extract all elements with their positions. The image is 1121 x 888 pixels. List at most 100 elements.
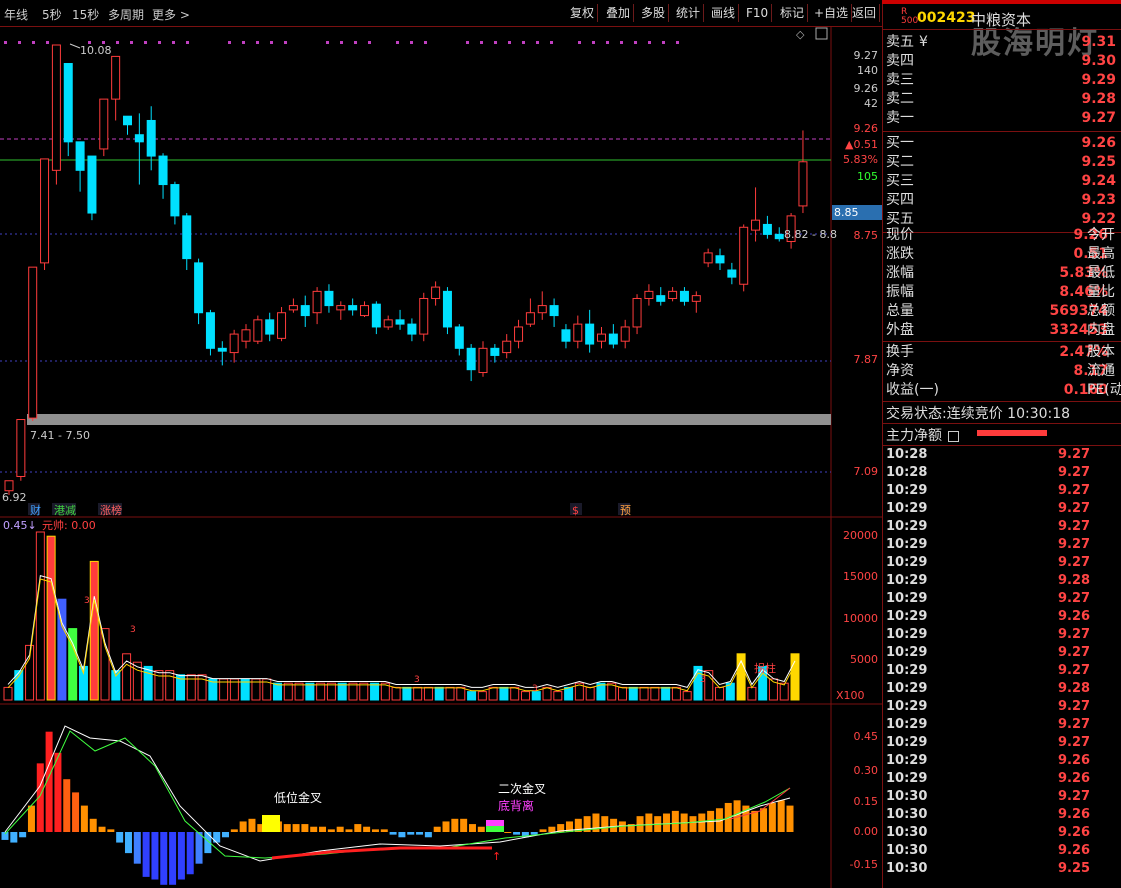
ask-level[interactable]: 卖二 9.28 (883, 90, 1121, 109)
macd-bar (371, 829, 379, 832)
volume-bar (553, 691, 563, 701)
range-annotation: 7.41 - 7.50 (30, 429, 90, 442)
volume-bar (467, 691, 477, 701)
add-watchlist-button[interactable]: +自选 (811, 4, 853, 22)
candle (123, 115, 132, 126)
macd-bar (124, 832, 132, 854)
stock-code: 002423 (917, 10, 976, 26)
stats-button[interactable]: 统计 (673, 4, 705, 22)
candle (514, 326, 524, 342)
back-button[interactable]: 返回 (849, 4, 881, 22)
volume-axis-label: 20000 (843, 529, 878, 542)
candle (300, 305, 310, 317)
candle (40, 158, 50, 264)
macd-bar (601, 816, 609, 832)
tick-row: 10:30 9.25 (886, 861, 1091, 876)
volume-bar (456, 686, 466, 701)
candle (63, 63, 73, 143)
candle (798, 161, 808, 207)
volume-bar (639, 686, 649, 701)
price-axis-label: 9.26 (854, 82, 879, 95)
candle (205, 312, 215, 349)
macd-bar (63, 779, 71, 832)
volume-bar (35, 531, 45, 701)
macd-bar (407, 832, 415, 835)
ask-level[interactable]: 卖四 9.30 (883, 52, 1121, 71)
adjust-button[interactable]: 复权 (567, 4, 599, 22)
indicator-label: 0.45↓ (3, 519, 37, 532)
candle (360, 305, 369, 317)
diamond-icon: ◇ (796, 28, 805, 41)
volume-tag: 拐柱 (754, 661, 776, 675)
macd-bar (345, 829, 353, 832)
stats-row: 净资 8.17 流通 (886, 363, 1115, 379)
marker-dot (46, 41, 49, 44)
volume-bar (143, 665, 153, 701)
chart-area[interactable]: ◇ ↑ 9.27 140 9.26 42 9.26 ▲0.51 5.83% 105 8.85 8.… (0, 26, 882, 888)
marker-dot (326, 41, 329, 44)
marker-dot (494, 41, 497, 44)
candle (703, 252, 713, 264)
macd-bar (10, 832, 18, 843)
tick-row: 10:29 9.27 (886, 483, 1091, 498)
tick-row: 10:29 9.27 (886, 663, 1091, 678)
event-tag: 港减 (54, 504, 76, 517)
price-axis-label: 9.26 (854, 122, 879, 135)
tick-row: 10:29 9.26 (886, 771, 1091, 786)
multi-stock-button[interactable]: 多股 (638, 4, 670, 22)
mark-button[interactable]: 标记 (777, 4, 809, 22)
main-net-label[interactable]: 主力净额 (886, 425, 960, 445)
macd-bar (301, 824, 309, 832)
candle (490, 347, 500, 356)
candle (407, 323, 417, 335)
volume-bar (650, 686, 660, 701)
candle (419, 297, 429, 335)
macd-annotation: 二次金叉 (498, 781, 546, 796)
candlestick-series (4, 44, 808, 495)
ask-level[interactable]: 卖三 9.29 (883, 71, 1121, 90)
multi-period-tab[interactable]: 多周期 (108, 6, 144, 23)
volume-bar (326, 682, 336, 701)
candle (134, 134, 144, 143)
marker-dot (410, 41, 413, 44)
candle (253, 319, 263, 342)
tick-row: 10:29 9.27 (886, 555, 1091, 570)
rating-badge: R 500 (901, 7, 919, 26)
macd-bar (160, 832, 168, 885)
main-net-bar (977, 430, 1047, 436)
draw-line-button[interactable]: 画线 (708, 4, 740, 22)
macd-bar (186, 832, 194, 875)
volume-bar (46, 535, 56, 701)
marker-dot (648, 41, 651, 44)
f10-button[interactable]: F10 (743, 4, 773, 22)
candle (727, 269, 737, 278)
bid-level[interactable]: 买三 9.24 (883, 172, 1121, 191)
bid-level[interactable]: 买一 9.26 (883, 134, 1121, 153)
overlay-button[interactable]: 叠加 (603, 4, 635, 22)
more-menu[interactable]: 更多 > (152, 6, 190, 23)
macd-bar (504, 832, 512, 833)
period-15s-tab[interactable]: 15秒 (72, 6, 99, 23)
candle (478, 347, 488, 374)
chart-toolbar: 年线 5秒 15秒 多周期 更多 > 复权 叠加 多股 统计 画线 F10 标记… (0, 0, 882, 27)
period-year-tab[interactable]: 年线 (4, 6, 28, 23)
macd-annotation: 低位金叉 (274, 790, 322, 805)
macd-bar (230, 829, 238, 832)
tick-row: 10:29 9.27 (886, 501, 1091, 516)
volume-bar (273, 682, 283, 701)
marker-dot (606, 41, 609, 44)
ask-level[interactable]: 卖五 ¥ 9.31 (883, 33, 1121, 52)
candle (4, 480, 14, 492)
macd-bar (222, 832, 230, 838)
ask-level[interactable]: 卖一 9.27 (883, 109, 1121, 128)
marker-dot (130, 41, 133, 44)
period-5s-tab[interactable]: 5秒 (42, 6, 62, 23)
list-icon[interactable] (948, 430, 960, 442)
window-icon (815, 27, 828, 40)
marker-dot (116, 41, 119, 44)
macd-bar (354, 824, 362, 832)
bid-level[interactable]: 买二 9.25 (883, 153, 1121, 172)
candle (28, 266, 38, 419)
bid-level[interactable]: 买四 9.23 (883, 191, 1121, 210)
volume-bar (337, 682, 347, 701)
